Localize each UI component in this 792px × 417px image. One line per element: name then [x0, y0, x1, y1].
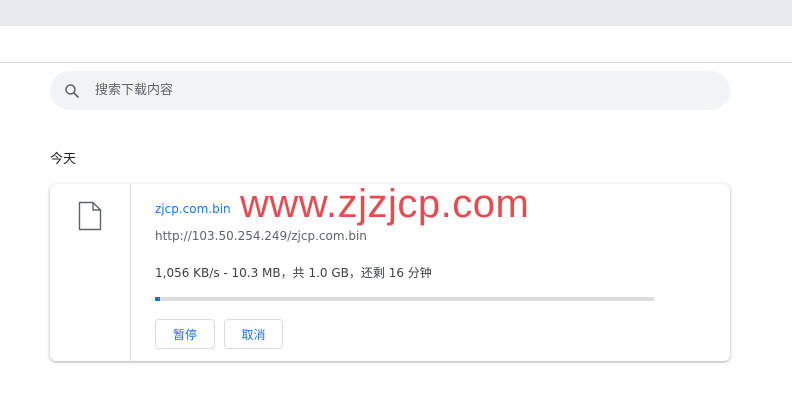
file-icon: [78, 201, 102, 231]
search-icon[interactable]: [63, 82, 81, 100]
browser-top-strip: [0, 0, 792, 26]
search-bar[interactable]: [50, 71, 730, 110]
download-progress-fill: [155, 297, 160, 301]
download-progress-bar: [155, 297, 654, 301]
file-source-url: http://103.50.254.249/zjcp.com.bin: [155, 229, 367, 243]
cancel-button[interactable]: 取消: [224, 319, 283, 349]
date-section-label: 今天: [50, 152, 77, 167]
download-status: 1,056 KB/s - 10.3 MB，共 1.0 GB，还剩 16 分钟: [155, 266, 432, 280]
downloads-toolbar: [0, 26, 792, 63]
file-icon-column: [50, 184, 131, 361]
search-input[interactable]: [95, 71, 695, 110]
download-item-card: zjcp.com.bin www.zjzjcp.com http://103.5…: [50, 182, 730, 361]
pause-button[interactable]: 暂停: [155, 319, 215, 349]
watermark-overlay: www.zjzjcp.com: [240, 182, 530, 226]
file-name-link[interactable]: zjcp.com.bin: [155, 202, 231, 216]
